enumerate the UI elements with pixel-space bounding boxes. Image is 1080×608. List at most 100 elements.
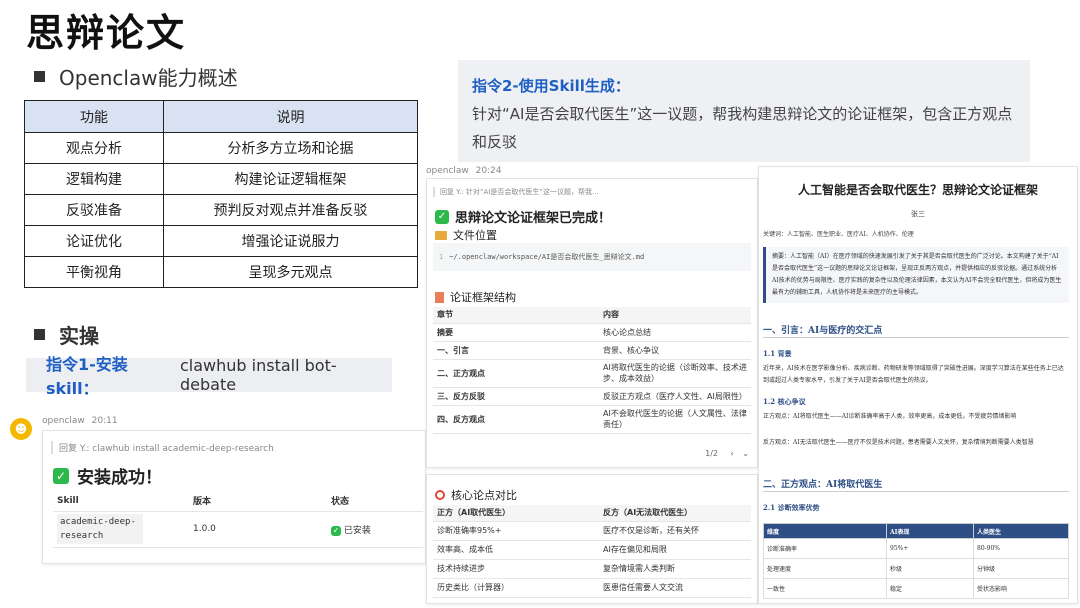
struct-heading: 论证框架结构 <box>435 289 516 305</box>
header-cell: AI表现 <box>886 523 974 539</box>
file-path-codeblock[interactable]: 1 ~/.openclaw/workspace/AI是否会取代医生_思辩论文.md <box>433 243 751 271</box>
reply-quote: 回复 Y.: clawhub install academic-deep-res… <box>51 441 274 454</box>
table-cell: 背景、核心争议 <box>599 341 751 360</box>
chat-sender: openclaw 20:24 <box>426 166 502 176</box>
table-cell: 反驳正方观点（医疗人文性、AI局限性） <box>599 387 751 406</box>
paper-preview: 人工智能是否会取代医生？思辩论文论证框架 张三 关键词：人工智能、医生职业、医疗… <box>758 166 1078 604</box>
table-cell: 二、正方观点 <box>433 359 599 388</box>
table-cell: 诊断准确率95%+ <box>433 521 599 541</box>
table-cell: 核心论点总结 <box>599 323 751 342</box>
paper-subsection-heading: 1.2 核心争议 <box>763 397 806 406</box>
header-cell: 章节 <box>433 307 599 324</box>
divider <box>763 491 1069 492</box>
command-1-box: 指令1-安装skill： clawhub install bot-debate <box>26 355 392 398</box>
table-cell: 技术持续进步 <box>433 559 599 579</box>
check-icon: ✓ <box>53 467 69 484</box>
paper-section-heading: 二、正方观点：AI将取代医生 <box>763 480 883 490</box>
paper-title: 人工智能是否会取代医生？思辩论文论证框架 <box>797 183 1038 197</box>
table-row: 二、正方观点 AI将取代医生的论据（诊断效率、技术进步、成本效益） <box>433 359 751 388</box>
chat-message-2: 回复 Y.: 针对“AI是否会取代医生”这一议题，帮我... ✓ 思辩论文论证框… <box>426 178 758 468</box>
sender-name: openclaw <box>42 416 85 426</box>
chat-sender: openclaw 20:11 <box>42 416 118 426</box>
struct-table: 章节 内容 摘要 核心论点总结 一、引言 背景、核心争议 二、正方观点 AI将取代医生… <box>433 307 751 434</box>
chat-message-2-continued: 核心论点对比 正方（AI取代医生） 反方（AI无法取代医生） 诊断准确率95%+… <box>426 474 758 604</box>
table-row: 一、引言 背景、核心争议 <box>433 341 751 360</box>
file-heading-text: 文件位置 <box>453 229 497 242</box>
table-cell: 一致性 <box>763 578 887 599</box>
table-row: 逻辑构建 构建论证逻辑框架 <box>24 163 418 195</box>
paper-author: 张三 <box>911 210 925 218</box>
capability-table: 功能 说明 观点分析 分析多方立场和论据 逻辑构建 构建论证逻辑框架 反驳准备 … <box>24 100 418 288</box>
command-label: 指令1-安装skill： <box>46 355 128 398</box>
paper-subsection-heading: 2.1 诊断效率优势 <box>763 503 820 512</box>
table-cell: 平衡视角 <box>24 256 164 288</box>
table-cell: 复杂情境需人类判断 <box>599 559 751 579</box>
section-title: 实操 <box>59 324 99 348</box>
header-cell: 正方（AI取代医生） <box>433 505 599 522</box>
skill-name: academic-deep-research <box>57 514 143 544</box>
header-cell: 反方（AI无法取代医生） <box>599 505 751 522</box>
header-cell: 版本 <box>189 491 327 512</box>
chevron-left-icon[interactable]: ‹ <box>731 449 734 458</box>
paper-section-heading: 一、引言：AI与医疗的交汇点 <box>763 326 883 336</box>
section-title: Openclaw能力概述 <box>59 66 238 90</box>
table-cell: 医患信任需要人文交流 <box>599 578 751 598</box>
paper-abstract: 摘要：人工智能（AI）在医疗领域的快速发展引发了关于其是否会取代医生的广泛讨论。… <box>763 247 1069 303</box>
paper-table: 维度 AI表现 人类医生 诊断准确率 95%+ 80-90% 处理速度 秒级 分钟级 一… <box>763 523 1069 599</box>
table-cell: 分钟级 <box>973 558 1069 579</box>
table-row: 摘要 核心论点总结 <box>433 323 751 342</box>
check-icon: ✓ <box>331 525 341 536</box>
table-cell: 受状态影响 <box>973 578 1069 599</box>
header-cell: 维度 <box>763 523 887 539</box>
header-cell: 内容 <box>599 307 751 324</box>
header-cell: 功能 <box>24 100 164 133</box>
chat-message-1: 回复 Y.: clawhub install academic-deep-res… <box>42 430 426 564</box>
file-path: ~/.openclaw/workspace/AI是否会取代医生_思辩论文.md <box>449 253 645 261</box>
table-cell: 增强论证说服力 <box>163 225 418 257</box>
page-title: 思辩论文 <box>26 11 187 55</box>
table-cell: 四、反方观点 <box>433 405 599 434</box>
table-pager[interactable]: 1/2 ‹ ⌄ <box>705 449 749 458</box>
table-cell: AI将取代医生的论据（诊断效率、技术进步、成本效益） <box>599 359 751 388</box>
compare-heading: 核心论点对比 <box>435 487 517 503</box>
struct-heading-text: 论证框架结构 <box>450 291 516 304</box>
table-cell: 秒级 <box>886 558 974 579</box>
table-cell: 观点分析 <box>24 132 164 164</box>
success-heading: ✓ 安装成功！ <box>53 463 162 488</box>
bot-avatar: ☻ <box>10 418 32 440</box>
table-cell: 预判反对观点并准备反驳 <box>163 194 418 226</box>
table-cell: 95%+ <box>886 538 974 559</box>
chevron-down-icon[interactable]: ⌄ <box>742 449 749 458</box>
table-row: 论证优化 增强论证说服力 <box>24 225 418 257</box>
paper-keywords: 关键词：人工智能、医生职业、医疗AI、人机协作、伦理 <box>763 231 914 238</box>
table-cell: AI存在偏见和局限 <box>599 540 751 560</box>
compare-heading-text: 核心论点对比 <box>451 489 517 502</box>
command-label: 指令2-使用Skill生成： <box>472 77 630 95</box>
table-cell: 反驳准备 <box>24 194 164 226</box>
line-number: 1 <box>439 253 444 261</box>
paper-paragraph: 反方观点：AI无法取代医生——医疗不仅是技术问题，患者需要人文关怀，复杂情境判断… <box>763 439 1034 446</box>
table-row: 历史类比（计算器） 医患信任需要人文交流 <box>433 578 751 598</box>
bullet-square-icon <box>34 71 45 82</box>
table-row: 一致性 稳定 受状态影响 <box>763 578 1069 599</box>
table-cell: 效率高、成本低 <box>433 540 599 560</box>
header-cell: 说明 <box>163 100 418 133</box>
table-cell: 1.0.0 <box>189 511 327 548</box>
table-cell: AI不会取代医生的论据（人文属性、法律责任） <box>599 405 751 434</box>
robot-icon: ☻ <box>14 422 28 436</box>
table-row: 四、反方观点 AI不会取代医生的论据（人文属性、法律责任） <box>433 405 751 434</box>
message-time: 20:11 <box>91 416 118 426</box>
table-cell: 摘要 <box>433 323 599 342</box>
table-row: 效率高、成本低 AI存在偏见和局限 <box>433 540 751 560</box>
target-icon <box>435 490 445 500</box>
table-header-row: 正方（AI取代医生） 反方（AI无法取代医生） <box>433 505 751 522</box>
section-practice-heading: 实操 <box>34 320 99 349</box>
table-cell: 稳定 <box>886 578 974 599</box>
command-2-box: 指令2-使用Skill生成： 针对“AI是否会取代医生”这一议题，帮我构建思辩论… <box>458 60 1030 162</box>
header-cell: 状态 <box>327 491 423 512</box>
header-cell: Skill <box>53 491 189 512</box>
paper-paragraph: 正方观点：AI将取代医生——AI诊断准确率高于人类，效率更高，成本更低，不受疲劳… <box>763 413 1017 420</box>
table-header-row: Skill 版本 状态 <box>53 491 423 512</box>
table-cell: 80-90% <box>973 538 1069 559</box>
table-cell: 诊断准确率 <box>763 538 887 559</box>
